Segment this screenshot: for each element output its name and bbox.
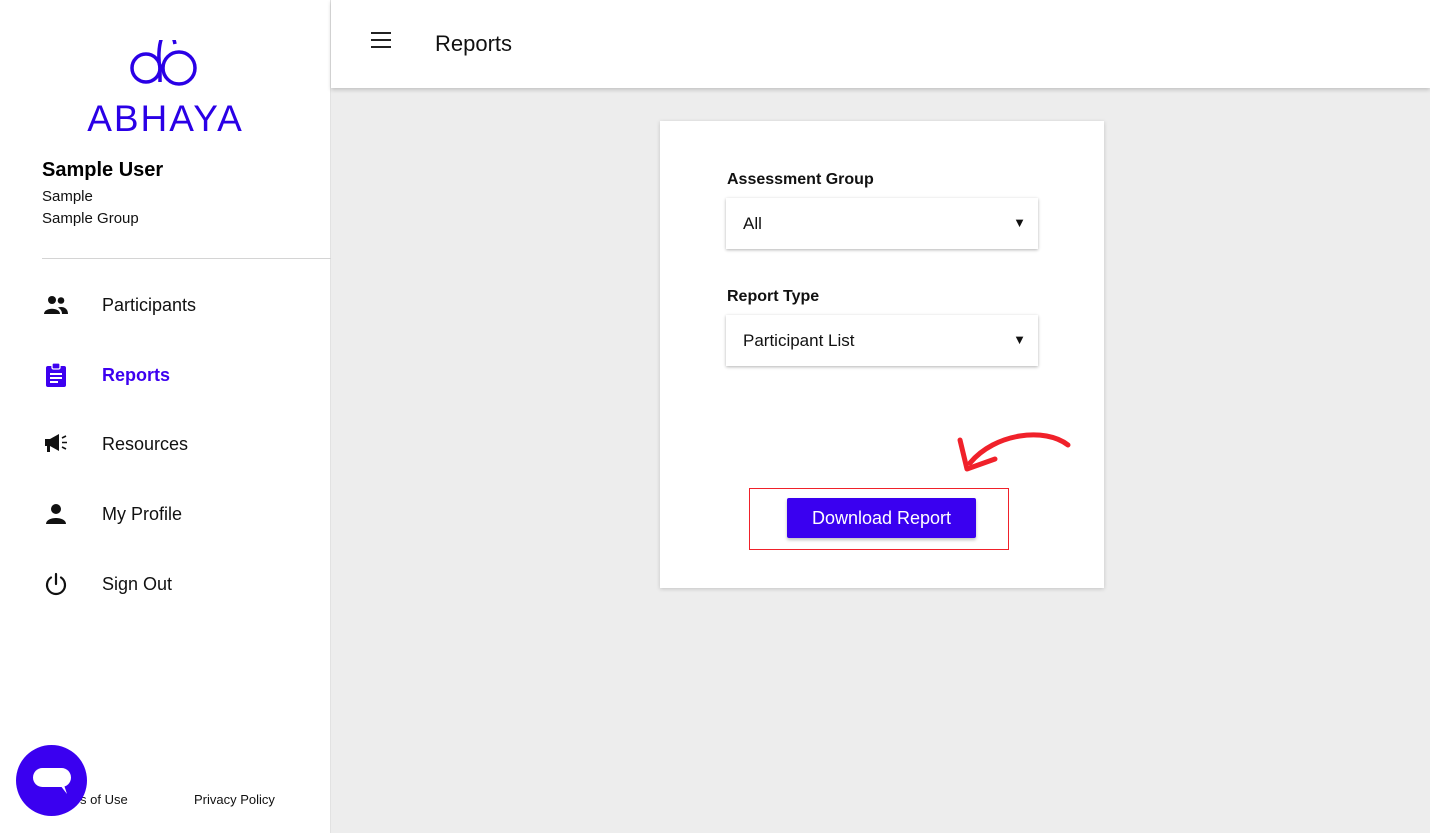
person-icon bbox=[42, 500, 70, 528]
power-icon bbox=[42, 570, 70, 598]
select-value: All bbox=[743, 214, 762, 233]
chat-button[interactable] bbox=[16, 745, 87, 816]
annotation-arrow-icon bbox=[957, 432, 1071, 472]
sidebar-item-label: My Profile bbox=[102, 503, 183, 524]
select-value: Participant List bbox=[743, 331, 855, 350]
download-report-button[interactable]: Download Report bbox=[787, 498, 976, 538]
logo-mark-icon bbox=[130, 40, 197, 86]
sidebar-item-participants[interactable]: Participants bbox=[0, 282, 331, 328]
top-app-bar: Reports bbox=[331, 0, 1430, 88]
sidebar-item-resources[interactable]: Resources bbox=[0, 421, 331, 467]
terms-of-use-link[interactable]: s of Use bbox=[80, 792, 128, 807]
privacy-policy-link[interactable]: Privacy Policy bbox=[194, 792, 275, 807]
sidebar-item-sign-out[interactable]: Sign Out bbox=[0, 561, 331, 607]
assessment-group-label: Assessment Group bbox=[727, 171, 874, 188]
sidebar-item-label: Participants bbox=[102, 294, 197, 315]
menu-icon[interactable] bbox=[371, 32, 393, 54]
chat-bubble-icon bbox=[32, 767, 71, 794]
assessment-group-select[interactable]: All ▼ bbox=[726, 198, 1038, 249]
sidebar-item-label: Sign Out bbox=[102, 573, 173, 594]
megaphone-icon bbox=[42, 430, 70, 458]
user-name: Sample User bbox=[42, 159, 164, 181]
sidebar: ABHAYA Sample User Sample Sample Group P… bbox=[0, 0, 331, 833]
sidebar-item-label: Reports bbox=[102, 364, 171, 385]
report-type-label: Report Type bbox=[727, 288, 820, 305]
sidebar-item-label: Resources bbox=[102, 433, 189, 454]
clipboard-icon bbox=[42, 361, 70, 389]
user-organization: Sample bbox=[42, 188, 93, 205]
user-group: Sample Group bbox=[42, 210, 139, 227]
caret-down-icon: ▼ bbox=[1013, 215, 1026, 230]
sidebar-item-reports[interactable]: Reports bbox=[0, 352, 331, 398]
brand-logo[interactable]: ABHAYA bbox=[0, 38, 331, 143]
report-type-select[interactable]: Participant List ▼ bbox=[726, 315, 1038, 366]
sidebar-item-my-profile[interactable]: My Profile bbox=[0, 491, 331, 537]
report-form-card: Assessment Group All ▼ Report Type Parti… bbox=[660, 121, 1104, 588]
caret-down-icon: ▼ bbox=[1013, 332, 1026, 347]
brand-name: ABHAYA bbox=[87, 98, 244, 139]
page-title: Reports bbox=[435, 31, 513, 56]
sidebar-divider bbox=[42, 258, 331, 259]
people-icon bbox=[42, 291, 70, 319]
